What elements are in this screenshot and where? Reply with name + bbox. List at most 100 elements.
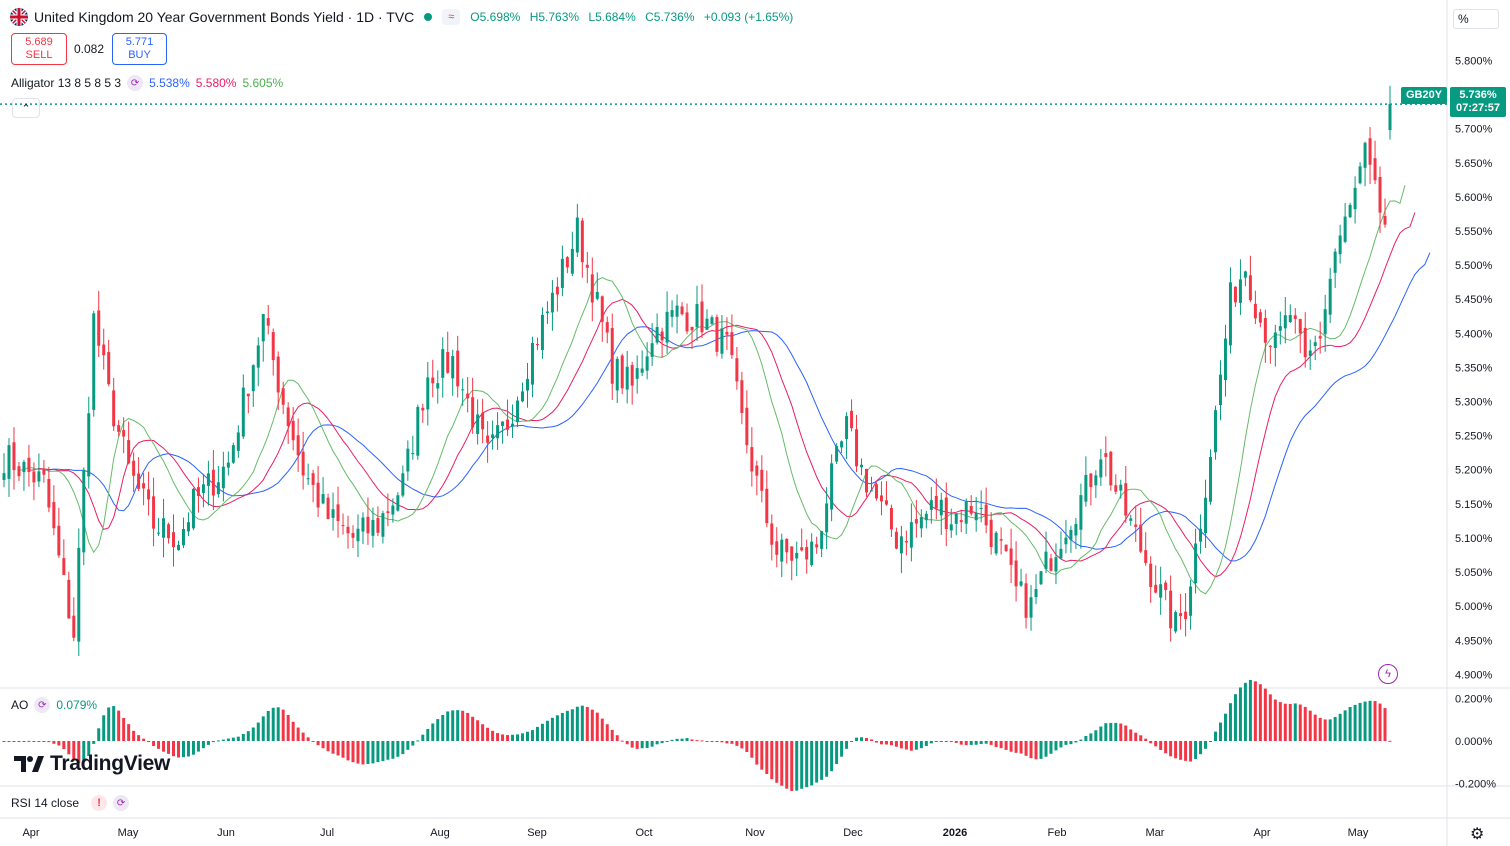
- ao-bar: [949, 741, 953, 742]
- ao-legend[interactable]: AO ⟳ 0.079%: [11, 697, 97, 713]
- ao-label: AO: [11, 698, 29, 712]
- candle-body: [720, 328, 724, 354]
- candle-body: [670, 310, 674, 317]
- candle-body: [530, 342, 534, 385]
- chart-canvas[interactable]: 5.800%5.750%5.700%5.650%5.600%5.550%5.50…: [0, 0, 1510, 846]
- ao-bar: [1303, 706, 1307, 741]
- symbol-title[interactable]: United Kingdom 20 Year Government Bonds …: [34, 9, 414, 25]
- candle-body: [102, 344, 106, 356]
- lightning-icon[interactable]: ϟ: [1378, 664, 1398, 684]
- sell-button[interactable]: 5.689 SELL: [11, 33, 67, 65]
- candle-body: [321, 494, 325, 504]
- candle-body: [1214, 410, 1217, 453]
- scale-unit[interactable]: %: [1453, 9, 1499, 29]
- ao-bar: [22, 741, 26, 742]
- ao-bar: [740, 741, 744, 749]
- candle-body: [1318, 336, 1322, 339]
- ao-bar: [241, 733, 245, 741]
- ao-bar: [805, 741, 809, 788]
- candle-body: [899, 536, 903, 554]
- ao-bar: [1189, 741, 1193, 762]
- candle-body: [1059, 548, 1063, 559]
- refresh-icon[interactable]: ⟳: [34, 697, 51, 713]
- ao-bar: [1348, 707, 1352, 741]
- candle-body: [231, 445, 235, 463]
- ao-bar: [466, 712, 470, 741]
- y-tick-label: 5.450%: [1455, 294, 1493, 306]
- ao-bar: [745, 741, 749, 752]
- candle-body: [107, 352, 111, 385]
- candle-body: [112, 390, 116, 427]
- candle-body: [241, 387, 245, 437]
- candle-body: [590, 274, 594, 303]
- candle-body: [939, 499, 943, 516]
- candle-body: [401, 473, 405, 496]
- tradingview-logo[interactable]: TradingView: [14, 752, 170, 776]
- ao-bar: [216, 740, 220, 742]
- y-tick-label: 5.600%: [1455, 192, 1493, 204]
- candle-body: [281, 388, 285, 405]
- collapse-legend-button[interactable]: ⌃: [12, 98, 40, 118]
- candle-body: [1353, 187, 1357, 210]
- ao-bar: [635, 741, 639, 749]
- warning-icon[interactable]: !: [91, 795, 108, 811]
- sell-label: SELL: [25, 49, 53, 61]
- ao-bar: [246, 731, 250, 741]
- ao-bar: [361, 741, 365, 765]
- candle-body: [162, 518, 166, 538]
- ao-bar: [974, 741, 978, 745]
- ao-bar: [1104, 723, 1108, 741]
- gear-icon[interactable]: ⚙: [1470, 824, 1484, 844]
- candle-body: [820, 531, 824, 549]
- ao-bar: [710, 741, 714, 742]
- sell-price: 5.689: [25, 36, 53, 48]
- x-tick-label: Apr: [22, 827, 39, 839]
- ao-bar: [137, 735, 141, 741]
- candle-body: [1069, 529, 1073, 540]
- ao-bar: [286, 714, 290, 741]
- ao-bar: [471, 716, 475, 741]
- ao-bar: [1144, 738, 1148, 741]
- ao-bar: [815, 741, 819, 783]
- candle-body: [431, 377, 435, 384]
- ao-tick-label: 0.000%: [1455, 736, 1493, 748]
- ao-bar: [1034, 741, 1038, 760]
- market-status-icon[interactable]: [424, 13, 433, 21]
- buy-button[interactable]: 5.771 BUY: [112, 33, 167, 65]
- candle-body: [1019, 581, 1023, 586]
- candle-body: [675, 305, 679, 317]
- rsi-legend[interactable]: RSI 14 close ! ⟳: [11, 795, 135, 811]
- ao-bar: [17, 741, 21, 742]
- candle-body: [1338, 235, 1342, 255]
- candle-body: [1293, 315, 1297, 319]
- alligator-legend[interactable]: Alligator 13 8 5 8 5 3 ⟳ 5.538% 5.580% 5…: [11, 75, 283, 91]
- alligator-lips-value: 5.605%: [242, 76, 284, 90]
- candle-body: [989, 519, 993, 547]
- ao-bar: [117, 710, 121, 741]
- ao-bar: [1014, 741, 1018, 753]
- ao-bar: [486, 727, 490, 741]
- candle-body: [545, 311, 549, 314]
- candle-body: [570, 248, 574, 274]
- candle-body: [376, 518, 380, 533]
- ao-bar: [685, 738, 689, 741]
- ao-bar: [256, 722, 260, 741]
- ao-bar: [775, 741, 779, 783]
- candle-body: [740, 380, 744, 413]
- ao-bar: [416, 740, 420, 742]
- ao-bar: [112, 706, 116, 741]
- candle-body: [555, 286, 559, 295]
- ao-bar: [919, 741, 923, 749]
- ao-bar: [1074, 741, 1078, 743]
- candle-body: [311, 473, 315, 485]
- candle-body: [735, 358, 739, 382]
- y-tick-label: 5.100%: [1455, 533, 1493, 545]
- ao-bar: [1343, 710, 1347, 741]
- compare-icon[interactable]: ≈: [442, 9, 461, 25]
- refresh-icon[interactable]: ⟳: [127, 75, 144, 91]
- ao-bar: [1184, 741, 1188, 761]
- ao-bar: [575, 706, 579, 741]
- candle-body: [610, 327, 614, 384]
- refresh-icon[interactable]: ⟳: [113, 795, 130, 811]
- chart-header: United Kingdom 20 Year Government Bonds …: [10, 6, 793, 28]
